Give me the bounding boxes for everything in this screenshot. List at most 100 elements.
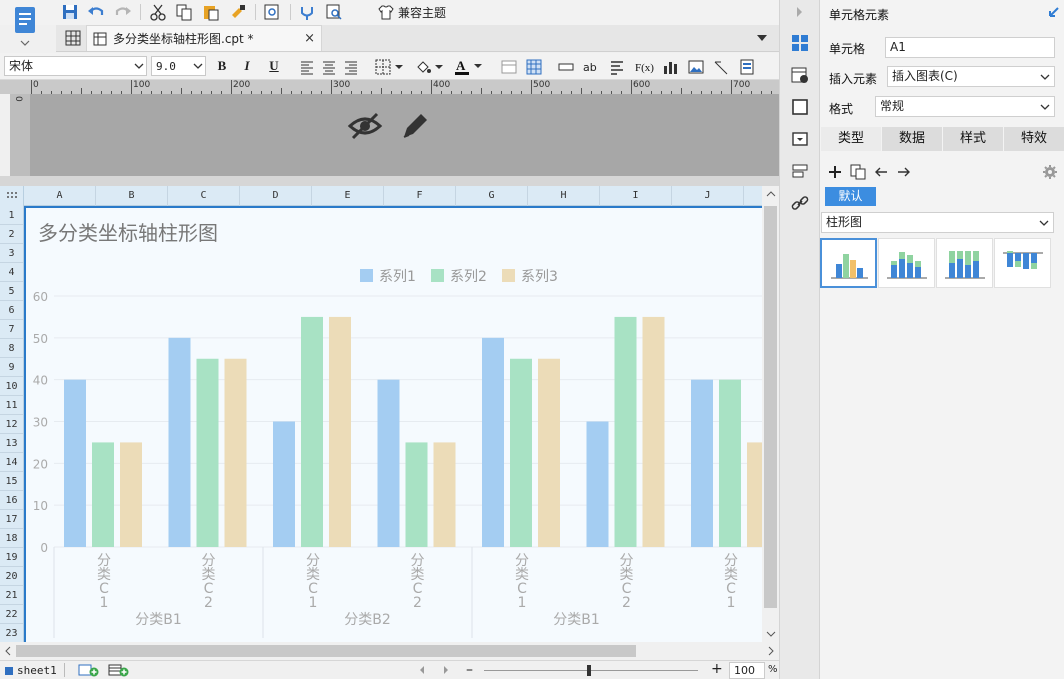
scroll-right-icon[interactable] (766, 646, 776, 656)
column-header-cell[interactable]: H (528, 186, 600, 206)
collapse-panel-icon[interactable] (789, 1, 811, 23)
horizontal-scrollbar[interactable] (0, 642, 779, 660)
sub-report-icon[interactable] (736, 56, 758, 78)
add-poly-sheet-icon[interactable] (108, 663, 130, 677)
app-menu-button[interactable] (6, 3, 46, 49)
float-element-icon[interactable] (789, 96, 811, 118)
settings-gear-icon[interactable] (1039, 161, 1061, 183)
save-icon[interactable] (59, 1, 81, 23)
cell-input[interactable]: A1 (885, 37, 1055, 58)
fill-color-icon[interactable] (412, 56, 446, 78)
hyperlink-icon[interactable] (789, 192, 811, 214)
column-header-cell[interactable]: E (312, 186, 384, 206)
select-all-corner[interactable] (0, 186, 24, 206)
row-header-cell[interactable]: 10 (0, 377, 23, 396)
row-header-cell[interactable]: 8 (0, 339, 23, 358)
row-header-cell[interactable]: 11 (0, 396, 23, 415)
row-header-cell[interactable]: 15 (0, 472, 23, 491)
plugin-icon[interactable] (296, 1, 318, 23)
close-tab-button[interactable]: × (304, 31, 315, 46)
chart-subtype-waterfall[interactable] (994, 238, 1051, 288)
border-icon[interactable] (372, 56, 406, 78)
chart-cell[interactable]: 多分类坐标轴柱形图 系列1 系列2 系列3 0 10 20 30 40 50 60 分类 C 1 分类 C 2 分… (24, 206, 762, 642)
condition-attribute-icon[interactable] (789, 160, 811, 182)
tab-data[interactable]: 数据 (882, 127, 942, 151)
cell-icon[interactable] (498, 56, 520, 78)
zoom-slider-track[interactable] (484, 670, 698, 671)
bold-button[interactable]: B (212, 56, 232, 76)
chart-type-select[interactable]: 柱形图 (821, 212, 1054, 233)
cell-element-icon[interactable] (789, 32, 811, 54)
zoom-out-button[interactable]: – (466, 662, 473, 678)
scroll-left-icon[interactable] (3, 646, 13, 656)
column-header-cell[interactable]: D (240, 186, 312, 206)
column-header-cell[interactable]: F (384, 186, 456, 206)
row-header-cell[interactable]: 18 (0, 529, 23, 548)
insert-element-select[interactable]: 插入图表(C) (887, 66, 1055, 87)
table-icon[interactable] (523, 56, 545, 78)
column-header-cell[interactable]: I (600, 186, 672, 206)
tab-style[interactable]: 样式 (943, 127, 1003, 151)
file-tab[interactable]: 多分类坐标轴柱形图.cpt * × (86, 25, 322, 51)
row-header-cell[interactable]: 5 (0, 282, 23, 301)
zoom-slider-thumb[interactable] (587, 665, 591, 676)
column-header-cell[interactable]: A (24, 186, 96, 206)
row-header-cell[interactable]: 13 (0, 434, 23, 453)
paragraph-icon[interactable] (606, 56, 628, 78)
cut-icon[interactable] (147, 1, 169, 23)
row-header-cell[interactable]: 21 (0, 586, 23, 605)
copy-chart-icon[interactable] (847, 161, 869, 183)
format-painter-icon[interactable] (227, 1, 249, 23)
italic-button[interactable]: I (237, 56, 257, 76)
merge-cell-icon[interactable] (555, 56, 577, 78)
column-header-cell[interactable]: C (168, 186, 240, 206)
row-header-cell[interactable]: 16 (0, 491, 23, 510)
default-chart-tag[interactable]: 默认 (825, 187, 876, 206)
row-header-cell[interactable]: 3 (0, 244, 23, 263)
pin-panel-icon[interactable] (1047, 5, 1061, 19)
row-header-cell[interactable]: 2 (0, 225, 23, 244)
paste-icon[interactable] (200, 1, 222, 23)
slash-icon[interactable] (710, 56, 732, 78)
column-header-cell[interactable]: G (456, 186, 528, 206)
text-icon[interactable]: ab (580, 56, 602, 78)
cell-attribute-icon[interactable] (789, 64, 811, 86)
search-replace-icon[interactable] (323, 1, 345, 23)
redo-icon[interactable] (112, 1, 134, 23)
column-header-cell[interactable]: B (96, 186, 168, 206)
row-header-cell[interactable]: 22 (0, 605, 23, 624)
row-header-cell[interactable]: 7 (0, 320, 23, 339)
prev-sheet-icon[interactable] (418, 665, 426, 675)
row-header-cell[interactable]: 17 (0, 510, 23, 529)
align-left-icon[interactable] (296, 56, 318, 78)
column-header-cell[interactable]: J (672, 186, 744, 206)
widget-settings-icon[interactable] (789, 128, 811, 150)
add-sheet-icon[interactable] (78, 663, 100, 677)
horizontal-scroll-thumb[interactable] (16, 645, 636, 657)
vertical-scrollbar[interactable] (762, 186, 779, 646)
template-preview-icon[interactable] (261, 1, 283, 23)
row-header-cell[interactable]: 20 (0, 567, 23, 586)
zoom-in-button[interactable]: + (711, 661, 723, 677)
undo-icon[interactable] (85, 1, 107, 23)
edit-pencil-icon[interactable] (400, 110, 430, 142)
image-icon[interactable] (685, 56, 707, 78)
theme-button[interactable]: 兼容主题 (378, 1, 446, 23)
copy-icon[interactable] (173, 1, 195, 23)
chart-subtype-stacked[interactable] (878, 238, 935, 288)
tab-menu-icon[interactable] (751, 27, 773, 49)
tab-type[interactable]: 类型 (821, 127, 881, 151)
align-center-icon[interactable] (318, 56, 340, 78)
arrow-right-icon[interactable] (893, 161, 915, 183)
sheet-tab[interactable]: sheet1 (4, 662, 57, 679)
row-header-cell[interactable]: 9 (0, 358, 23, 377)
page-header-area[interactable] (30, 94, 779, 176)
row-header-cell[interactable]: 14 (0, 453, 23, 472)
vertical-scroll-thumb[interactable] (764, 206, 777, 608)
row-header-cell[interactable]: 1 (0, 206, 23, 225)
font-color-icon[interactable]: A (451, 56, 485, 78)
row-header-cell[interactable]: 6 (0, 301, 23, 320)
chart-subtype-percent-stacked[interactable] (936, 238, 993, 288)
font-family-select[interactable]: 宋体 (4, 56, 147, 76)
bar-chart-icon[interactable] (659, 56, 681, 78)
